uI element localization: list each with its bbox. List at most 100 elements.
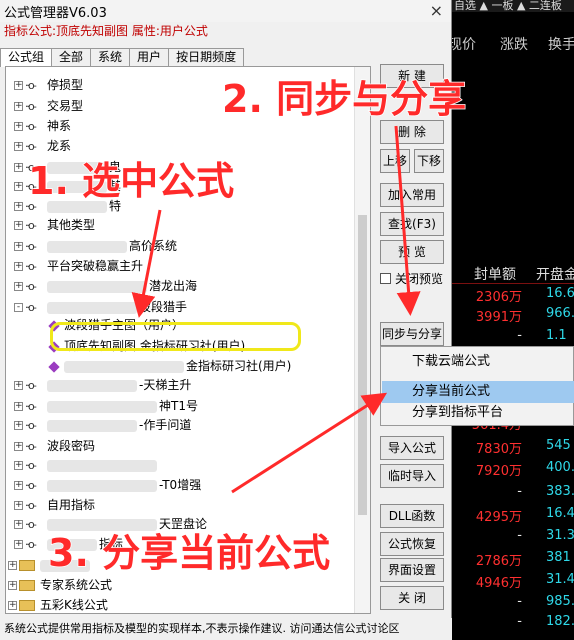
ui-settings-button[interactable]: 界面设置: [380, 558, 444, 582]
import-formula-button[interactable]: 导入公式: [380, 436, 444, 460]
tab-formula-group[interactable]: 公式组: [0, 48, 53, 67]
close-preview-checkbox[interactable]: 关闭预览: [380, 270, 443, 287]
expand-icon[interactable]: +: [14, 182, 23, 191]
stock-col-seal-amount[interactable]: 封单额: [474, 264, 516, 284]
tree-node[interactable]: + ··o- 潜龙出海: [14, 277, 197, 296]
stock-row[interactable]: 4295万 16.4: [452, 506, 574, 528]
tree-node[interactable]: + ··o- -天梯主升: [14, 376, 191, 395]
expand-icon[interactable]: +: [14, 242, 23, 251]
tab-system[interactable]: 系统: [90, 48, 131, 66]
stock-row[interactable]: 2786万 381: [452, 550, 574, 572]
redacted-text: [47, 379, 137, 392]
expand-icon[interactable]: +: [14, 163, 23, 172]
tree-node[interactable]: + ··o- 其他类型: [14, 216, 95, 235]
stock-col-turnover[interactable]: 换手: [548, 34, 574, 54]
tree-node[interactable]: + ··o- 交易型: [14, 97, 83, 116]
collapse-icon[interactable]: -: [14, 303, 23, 312]
tree-node[interactable]: + ··o- 平台突破稳赢主升: [14, 257, 143, 276]
divider: [452, 283, 574, 284]
folder-icon: [19, 560, 35, 571]
redacted-text: [47, 479, 157, 492]
stock-row[interactable]: - 985.: [452, 594, 574, 616]
expand-icon[interactable]: +: [8, 561, 17, 570]
stock-row[interactable]: - 383.: [452, 484, 574, 506]
stock-row[interactable]: 7920万 400.: [452, 460, 574, 482]
expand-icon[interactable]: +: [14, 381, 23, 390]
stock-col-open-amount[interactable]: 开盘金: [536, 264, 574, 284]
key-icon: ··o-: [25, 100, 37, 113]
add-common-button[interactable]: 加入常用: [380, 183, 444, 207]
tree-node[interactable]: + 五彩K线公式: [8, 596, 108, 613]
stock-open-amount: 182.: [546, 614, 574, 629]
expand-icon[interactable]: +: [14, 102, 23, 111]
tree-node[interactable]: + ··o- 波段密码: [14, 437, 95, 456]
dll-function-button[interactable]: DLL函数: [380, 504, 444, 528]
tree-node[interactable]: + ··o- -作手问道: [14, 416, 191, 435]
tab-by-date[interactable]: 按日期频度: [168, 48, 245, 66]
stock-row[interactable]: - 182.: [452, 614, 574, 636]
menu-item-share-current[interactable]: 分享当前公式: [382, 381, 574, 403]
checkbox-box[interactable]: [380, 273, 391, 284]
menu-item-share-platform[interactable]: 分享到指标平台: [382, 402, 574, 424]
stock-col-price[interactable]: 现价: [452, 34, 476, 54]
expand-icon[interactable]: +: [8, 581, 17, 590]
expand-icon[interactable]: +: [8, 601, 17, 610]
expand-icon[interactable]: +: [14, 461, 23, 470]
temp-import-button[interactable]: 临时导入: [380, 464, 444, 488]
expand-icon[interactable]: +: [14, 142, 23, 151]
tree-node[interactable]: + ··o- -T0增强: [14, 476, 201, 495]
stock-open-amount: 545: [546, 438, 571, 453]
expand-icon[interactable]: +: [14, 421, 23, 430]
stock-tabs[interactable]: 自选 ▲ 一板 ▲ 二连板: [452, 0, 574, 12]
move-up-button[interactable]: 上移: [380, 149, 410, 173]
redacted-text: [47, 240, 127, 253]
stock-row[interactable]: 7830万 545: [452, 438, 574, 460]
menu-item-download-cloud[interactable]: 下载云端公式: [382, 351, 574, 373]
expand-icon[interactable]: +: [14, 402, 23, 411]
title-bar: 公式管理器V6.03 ×: [0, 0, 451, 22]
tree-node[interactable]: + ··o- 神T1号: [14, 397, 198, 416]
expand-icon[interactable]: +: [14, 282, 23, 291]
expand-icon[interactable]: +: [14, 81, 23, 90]
tree-node[interactable]: + ··o- 自用指标: [14, 496, 95, 515]
expand-icon[interactable]: +: [14, 221, 23, 230]
tree-node[interactable]: + ··o- 神系: [14, 117, 71, 136]
expand-icon[interactable]: +: [14, 262, 23, 271]
tree-node[interactable]: + ··o- 高价系统: [14, 237, 177, 256]
tree-node[interactable]: + ··o-: [14, 456, 159, 475]
stock-row[interactable]: 3991万 966.: [452, 306, 574, 328]
key-icon: ··o-: [25, 79, 37, 92]
scroll-thumb[interactable]: [358, 215, 367, 515]
delete-button[interactable]: 删 除: [380, 120, 444, 144]
expand-icon[interactable]: +: [14, 501, 23, 510]
expand-icon[interactable]: +: [14, 481, 23, 490]
restore-formula-button[interactable]: 公式恢复: [380, 532, 444, 556]
expand-icon[interactable]: +: [14, 442, 23, 451]
key-icon: ··o-: [25, 219, 37, 232]
tree-node[interactable]: - ··o- 波段猎手: [14, 298, 187, 317]
stock-seal-amount: 3991万: [475, 310, 522, 325]
stock-row[interactable]: 4946万 31.4: [452, 572, 574, 594]
close-icon[interactable]: ×: [430, 1, 443, 20]
stock-row[interactable]: 2306万 16.6: [452, 286, 574, 308]
tree-node[interactable]: 金指标研习社(用户): [46, 357, 291, 376]
stock-open-amount: 31.3: [546, 528, 574, 543]
expand-icon[interactable]: +: [14, 540, 23, 549]
annotation-step2: 2. 同步与分享: [221, 76, 467, 122]
sync-share-button[interactable]: 同步与分享: [380, 322, 444, 346]
expand-icon[interactable]: +: [14, 520, 23, 529]
expand-icon[interactable]: +: [14, 122, 23, 131]
preview-button[interactable]: 预 览: [380, 240, 444, 264]
tree-scrollbar[interactable]: [354, 67, 370, 613]
tree-node[interactable]: + 专家系统公式: [8, 576, 112, 595]
stock-row[interactable]: - 31.3: [452, 528, 574, 550]
redacted-text: [47, 301, 137, 314]
find-button[interactable]: 查找(F3): [380, 212, 444, 236]
close-button[interactable]: 关 闭: [380, 586, 444, 610]
tree-node[interactable]: + ··o- 停损型: [14, 76, 83, 95]
tab-user[interactable]: 用户: [129, 48, 170, 66]
tab-all[interactable]: 全部: [51, 48, 92, 66]
stock-col-change[interactable]: 涨跌: [500, 34, 528, 54]
move-down-button[interactable]: 下移: [414, 149, 444, 173]
expand-icon[interactable]: +: [14, 202, 23, 211]
